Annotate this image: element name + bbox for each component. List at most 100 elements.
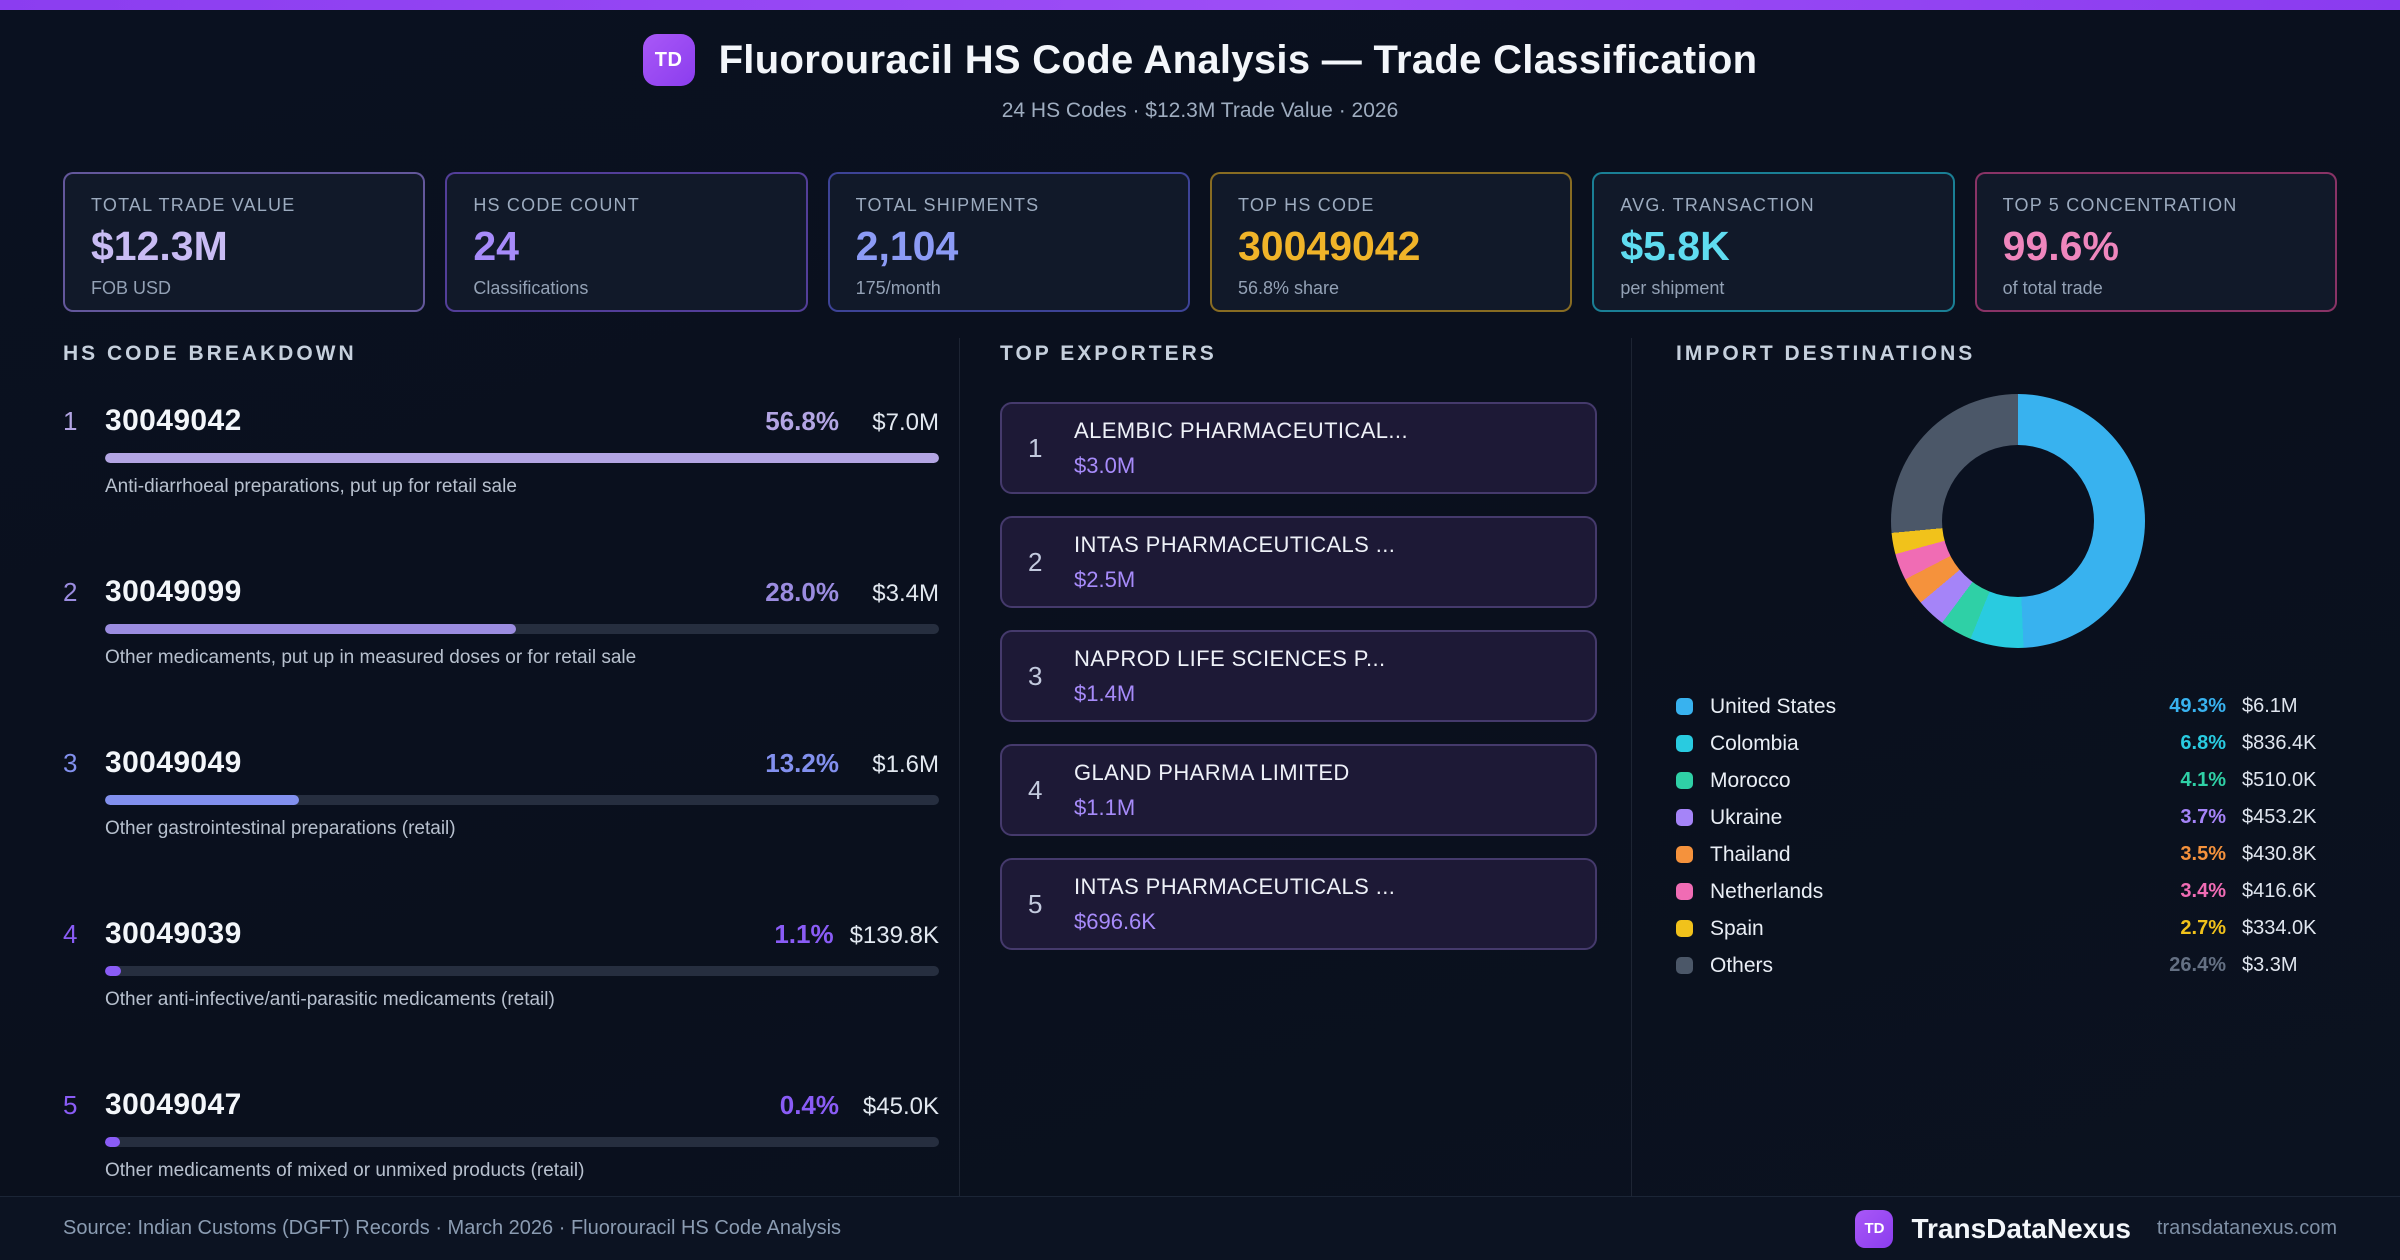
legend-country-label: Others	[1710, 953, 1774, 977]
stat-label: AVG. TRANSACTION	[1620, 195, 1815, 215]
breakdown-bar-fill	[105, 1137, 120, 1147]
exporter-card: 1 ALEMBIC PHARMACEUTICAL... $3.0M	[1000, 402, 1597, 494]
breakdown-percent: 56.8%	[765, 406, 839, 436]
legend-percent: 3.7%	[2180, 806, 2226, 828]
stat-value: 30049042	[1237, 223, 1421, 269]
breakdown-bar-fill	[105, 624, 517, 634]
dashboard-root: TD Fluorouracil HS Code Analysis — Trade…	[0, 0, 2400, 1260]
breakdown-hs-code: 30049047	[105, 1088, 242, 1121]
exporter-name: ALEMBIC PHARMACEUTICAL...	[1074, 417, 1408, 443]
donut-hole	[1942, 445, 2094, 597]
legend-row: Thailand 3.5% $430.8K	[1676, 836, 2360, 873]
footer-logo-badge: TD	[1855, 1209, 1894, 1248]
legend-swatch	[1676, 698, 1693, 715]
stat-subtext: 175/month	[855, 278, 941, 298]
legend-amount: $430.8K	[2242, 843, 2317, 865]
footer-brand-name: TransDataNexus	[1911, 1212, 2131, 1244]
breakdown-list: 1 30049042 56.8% $7.0M Anti-diarrhoeal p…	[63, 404, 939, 1182]
exporter-value: $1.4M	[1074, 680, 1136, 706]
breakdown-description: Other gastrointestinal preparations (ret…	[105, 818, 456, 839]
breakdown-value: $45.0K	[862, 1093, 939, 1120]
breakdown-percent: 13.2%	[765, 748, 839, 778]
exporter-value: $1.1M	[1074, 794, 1136, 820]
legend-percent: 2.7%	[2180, 917, 2226, 939]
breakdown-bar-track	[105, 624, 939, 634]
stat-label: TOP HS CODE	[1237, 195, 1375, 215]
legend-row: Colombia 6.8% $836.4K	[1676, 725, 2360, 762]
breakdown-hs-code: 30049039	[105, 917, 242, 950]
breakdown-hs-code: 30049099	[105, 575, 242, 608]
legend-row: United States 49.3% $6.1M	[1676, 688, 2360, 725]
legend-country-label: Colombia	[1710, 731, 1799, 755]
page-subtitle: 24 HS Codes · $12.3M Trade Value · 2026	[1001, 99, 1399, 122]
exporter-name: INTAS PHARMACEUTICALS ...	[1074, 873, 1396, 899]
stat-value: $5.8K	[1620, 223, 1730, 269]
exporter-card: 3 NAPROD LIFE SCIENCES P... $1.4M	[1000, 630, 1597, 722]
stat-card: TOP HS CODE 30049042 56.8% share	[1209, 172, 1573, 312]
legend-country-label: Thailand	[1710, 842, 1791, 866]
top-exporters-section: TOP EXPORTERS 1 ALEMBIC PHARMACEUTICAL..…	[960, 338, 1632, 1206]
stat-card: HS CODE COUNT 24 Classifications	[445, 172, 808, 312]
exporters-heading: TOP EXPORTERS	[1000, 342, 1217, 365]
exporter-name: INTAS PHARMACEUTICALS ...	[1074, 531, 1396, 557]
legend-percent: 49.3%	[2169, 695, 2226, 717]
legend-row: Spain 2.7% $334.0K	[1676, 910, 2360, 947]
stat-subtext: 56.8% share	[1237, 278, 1340, 298]
breakdown-hs-code: 30049042	[105, 404, 242, 437]
legend-row: Netherlands 3.4% $416.6K	[1676, 873, 2360, 910]
legend-country-label: Spain	[1710, 916, 1764, 940]
breakdown-bar-track	[105, 795, 939, 805]
exporter-rank: 4	[1028, 774, 1043, 805]
breakdown-description: Other anti-infective/anti-parasitic medi…	[105, 989, 555, 1010]
exporter-card: 5 INTAS PHARMACEUTICALS ... $696.6K	[1000, 858, 1597, 950]
hs-code-breakdown-section: HS CODE BREAKDOWN 1 30049042 56.8% $7.0M…	[0, 338, 960, 1206]
breakdown-value: $3.4M	[872, 580, 939, 607]
main-content: HS CODE BREAKDOWN 1 30049042 56.8% $7.0M…	[0, 338, 2400, 1206]
breakdown-bar-fill	[105, 795, 299, 805]
stat-value: $12.3M	[91, 223, 228, 269]
stats-row: TOTAL TRADE VALUE $12.3M FOB USD HS CODE…	[0, 172, 2400, 312]
legend-amount: $836.4K	[2242, 732, 2317, 754]
legend-percent: 3.5%	[2180, 843, 2226, 865]
exporter-name: NAPROD LIFE SCIENCES P...	[1074, 645, 1386, 671]
stat-subtext: FOB USD	[91, 278, 172, 298]
exporter-rank: 2	[1028, 546, 1043, 577]
exporter-card: 2 INTAS PHARMACEUTICALS ... $2.5M	[1000, 516, 1597, 608]
exporter-name: GLAND PHARMA LIMITED	[1074, 759, 1350, 785]
stat-value: 2,104	[855, 223, 959, 269]
breakdown-rank: 5	[63, 1090, 78, 1120]
legend-amount: $334.0K	[2242, 917, 2317, 939]
legend-percent: 6.8%	[2180, 732, 2226, 754]
breakdown-percent: 0.4%	[779, 1090, 839, 1120]
breakdown-rank: 4	[63, 919, 78, 949]
breakdown-bar-track	[105, 1137, 939, 1147]
breakdown-hs-code: 30049049	[105, 746, 242, 779]
breakdown-percent: 28.0%	[765, 577, 839, 607]
footer-domain-text: transdatanexus.com	[2156, 1217, 2337, 1239]
exporter-card: 4 GLAND PHARMA LIMITED $1.1M	[1000, 744, 1597, 836]
breakdown-value: $1.6M	[872, 751, 939, 778]
legend-swatch	[1676, 883, 1693, 900]
brand-logo-badge: TD	[642, 34, 695, 86]
legend-swatch	[1676, 735, 1693, 752]
breakdown-value: $139.8K	[849, 922, 939, 949]
stat-card: AVG. TRANSACTION $5.8K per shipment	[1592, 172, 1955, 312]
exporter-value: $3.0M	[1074, 452, 1136, 478]
legend-swatch	[1676, 920, 1693, 937]
exporters-list: 1 ALEMBIC PHARMACEUTICAL... $3.0M 2 INTA…	[1000, 402, 1597, 950]
breakdown-description: Anti-diarrhoeal preparations, put up for…	[105, 476, 517, 497]
legend-swatch	[1676, 772, 1693, 789]
legend-percent: 26.4%	[2169, 954, 2226, 976]
legend-swatch	[1676, 846, 1693, 863]
legend-swatch	[1676, 809, 1693, 826]
legend-amount: $453.2K	[2242, 806, 2317, 828]
legend-swatch	[1676, 957, 1693, 974]
legend-country-label: Ukraine	[1710, 805, 1783, 829]
breakdown-rank: 2	[63, 577, 78, 607]
legend-country-label: Netherlands	[1710, 879, 1824, 903]
legend-country-label: Morocco	[1710, 768, 1791, 792]
legend-amount: $6.1M	[2242, 695, 2298, 717]
legend-amount: $510.0K	[2242, 769, 2317, 791]
top-accent-bar	[0, 0, 2400, 10]
exporter-value: $2.5M	[1074, 566, 1136, 592]
